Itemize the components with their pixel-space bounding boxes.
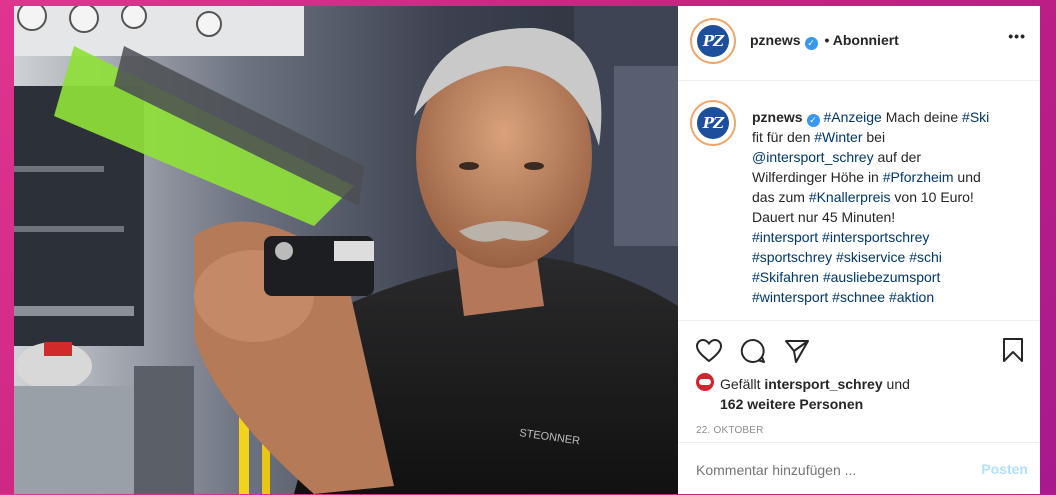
caption-line: #sportschrey #skiservice #schi [752, 247, 1022, 267]
hashtag-link[interactable]: #Anzeige [823, 109, 881, 125]
post-comment-button[interactable]: Posten [981, 461, 1028, 477]
caption-line: #Skifahren #ausliebezumsport [752, 267, 1022, 287]
comment-bar: Posten [678, 442, 1040, 495]
hashtag-link[interactable]: #aktion [889, 289, 934, 305]
hashtag-link[interactable]: #sportschrey [752, 249, 832, 265]
caption-avatar[interactable]: PZ [692, 102, 734, 144]
verified-badge-icon: ✓ [804, 37, 818, 50]
liker-username[interactable]: intersport_schrey [764, 376, 882, 392]
post-date[interactable]: 22. OKTOBER [696, 425, 764, 436]
caption-text: Dauert nur 45 Minuten! [752, 209, 896, 225]
hashtag-link[interactable]: #skiservice [836, 249, 905, 265]
likes-text: Gefällt intersport_schrey und 162 weiter… [720, 374, 910, 414]
hashtag-link[interactable]: #ausliebezumsport [823, 269, 941, 285]
caption-text: und [953, 169, 981, 185]
heart-icon[interactable] [696, 339, 722, 363]
caption-line: fit für den #Winter bei [752, 127, 1022, 147]
comment-icon[interactable] [740, 338, 766, 364]
likes-prefix: Gefällt [720, 376, 765, 392]
follow-status[interactable]: • Abonniert [824, 32, 898, 48]
caption-line: #wintersport #schnee #aktion [752, 287, 1022, 307]
author-avatar[interactable]: PZ [692, 20, 734, 62]
hashtag-link[interactable]: @intersport_schrey [752, 149, 874, 165]
liker-avatar[interactable] [696, 373, 714, 391]
caption-avatar-logo: PZ [697, 107, 729, 139]
caption-text: auf der [873, 149, 922, 165]
hashtag-link[interactable]: #wintersport [752, 289, 828, 305]
share-icon[interactable] [784, 338, 810, 364]
likes-others[interactable]: 162 weitere Personen [720, 396, 863, 412]
hashtag-link[interactable]: #intersportschrey [822, 229, 929, 245]
hashtag-link[interactable]: #Pforzheim [883, 169, 954, 185]
caption-line: das zum #Knallerpreis von 10 Euro! [752, 187, 1022, 207]
caption-line: pznews ✓ #Anzeige Mach deine #Ski [752, 107, 1022, 127]
hashtag-link[interactable]: #Winter [814, 129, 862, 145]
caption-text: fit für den [752, 129, 815, 145]
post-sidebar: PZ pznews ✓ • Abonniert ••• PZ pznews ✓ #A… [678, 6, 1040, 494]
caption-line: Wilferdinger Höhe in #Pforzheim und [752, 167, 1022, 187]
caption-text: bei [862, 129, 886, 145]
bookmark-icon[interactable] [1002, 337, 1024, 363]
avatar-logo: PZ [697, 25, 729, 57]
comment-input[interactable] [694, 457, 958, 483]
likes-middle: und [882, 376, 910, 392]
hashtag-link[interactable]: #schnee [832, 289, 885, 305]
caption-line: Dauert nur 45 Minuten! [752, 207, 1022, 227]
caption-text: Wilferdinger Höhe in [752, 169, 883, 185]
caption-text: Mach deine [881, 109, 963, 125]
hashtag-link[interactable]: #intersport [752, 229, 818, 245]
caption-text: das zum [752, 189, 809, 205]
more-options-icon[interactable]: ••• [1008, 28, 1026, 44]
liker-avatar-logo [699, 379, 711, 385]
photo-illustration: STEONNER [14, 6, 678, 494]
header-author-line: pznews ✓ • Abonniert [750, 32, 899, 50]
hashtag-link[interactable]: #Knallerpreis [809, 189, 891, 205]
verified-badge-icon: ✓ [806, 114, 820, 127]
author-username[interactable]: pznews [750, 32, 801, 48]
post-photo[interactable]: STEONNER [14, 6, 678, 494]
caption-line: #intersport #intersportschrey [752, 227, 1022, 247]
post-actions: Gefällt intersport_schrey und 162 weiter… [678, 320, 1040, 449]
caption-line: @intersport_schrey auf der [752, 147, 1022, 167]
hashtag-link[interactable]: #Skifahren [752, 269, 819, 285]
post-header: PZ pznews ✓ • Abonniert ••• [678, 6, 1040, 81]
hashtag-link[interactable]: #Ski [962, 109, 989, 125]
caption-author[interactable]: pznews [752, 109, 803, 125]
caption-text: von 10 Euro! [890, 189, 974, 205]
post-caption: pznews ✓ #Anzeige Mach deine #Ski fit für… [752, 107, 1022, 307]
hashtag-link[interactable]: #schi [909, 249, 942, 265]
